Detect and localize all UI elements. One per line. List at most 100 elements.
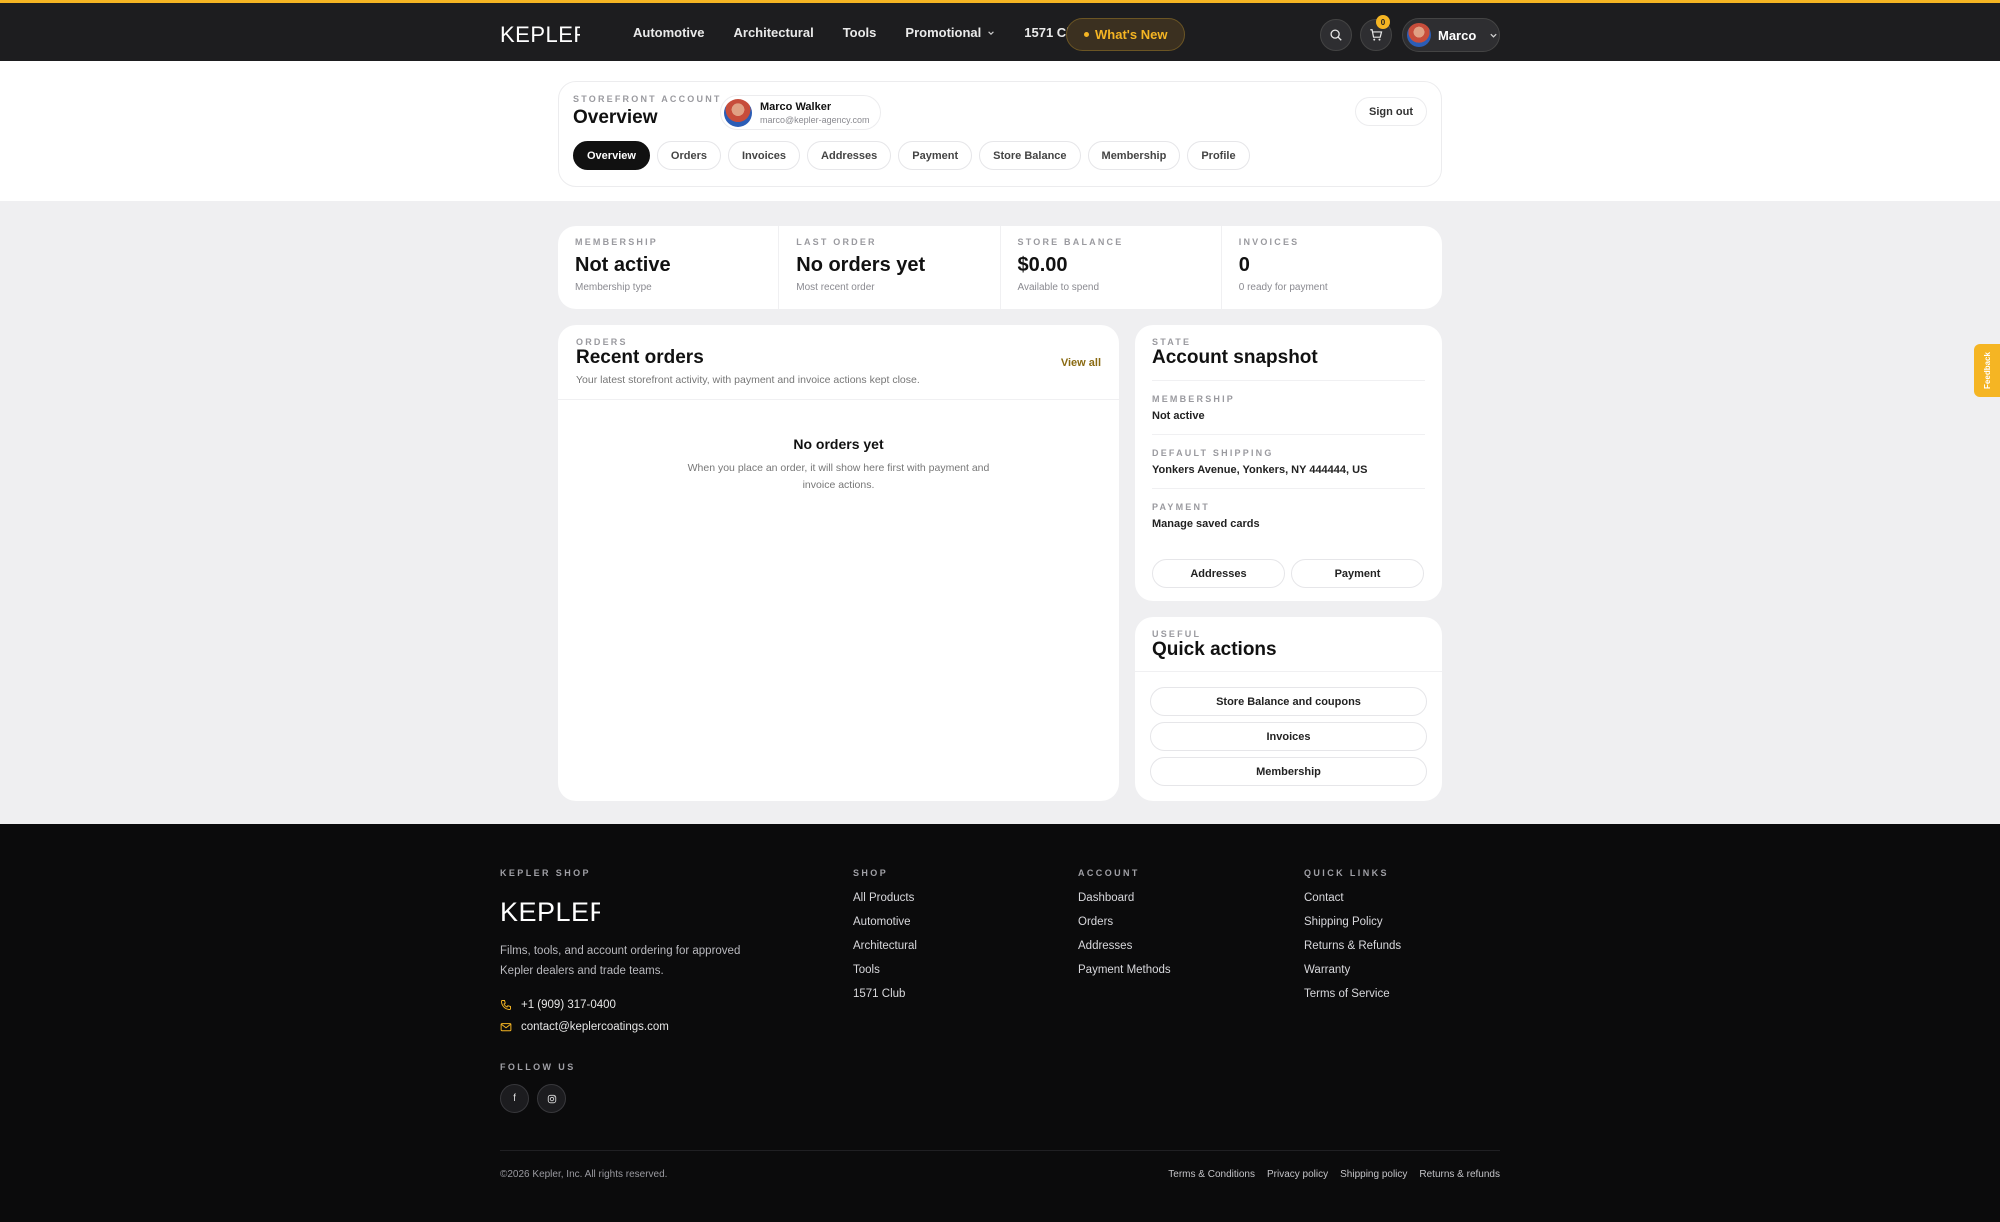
recent-orders-title: Recent orders	[576, 347, 704, 368]
nav-promotional[interactable]: Promotional	[905, 25, 995, 40]
search-button[interactable]	[1320, 19, 1352, 51]
footer: KEPLER SHOP KEPLER Films, tools, and acc…	[0, 824, 2000, 1222]
footer-phone[interactable]: +1 (909) 317-0400	[500, 999, 616, 1011]
payment-button[interactable]: Payment	[1291, 559, 1424, 588]
follow-us-label: FOLLOW US	[500, 1062, 576, 1072]
stat-value: $0.00	[1017, 254, 1068, 276]
quick-actions-panel: USEFUL Quick actions Store Balance and c…	[1135, 617, 1442, 801]
footer-brand-eyebrow: KEPLER SHOP	[500, 868, 591, 878]
user-name: Marco	[1438, 27, 1477, 43]
legal-link-shipping[interactable]: Shipping policy	[1340, 1169, 1407, 1180]
tab-overview[interactable]: Overview	[573, 141, 650, 170]
snapshot-row-value: Yonkers Avenue, Yonkers, NY 444444, US	[1152, 464, 1368, 476]
footer-link-tools[interactable]: Tools	[853, 964, 917, 978]
footer-link-warranty[interactable]: Warranty	[1304, 964, 1401, 978]
footer-link-architectural[interactable]: Architectural	[853, 940, 917, 954]
footer-link-payment-methods[interactable]: Payment Methods	[1078, 964, 1171, 978]
footer-quick-links-title: QUICK LINKS	[1304, 868, 1389, 878]
search-icon	[1330, 29, 1342, 41]
nav-architectural-label: Architectural	[733, 25, 814, 40]
page-title: Overview	[573, 107, 658, 128]
stat-store-balance: STORE BALANCE $0.00 Available to spend	[1001, 226, 1222, 309]
nav-architectural[interactable]: Architectural	[734, 25, 814, 40]
footer-link-all-products[interactable]: All Products	[853, 892, 917, 906]
tab-orders[interactable]: Orders	[656, 141, 721, 170]
nav-tools[interactable]: Tools	[843, 25, 877, 40]
stat-sub: 0 ready for payment	[1238, 282, 1328, 293]
svg-text:KEPLER: KEPLER	[500, 22, 580, 46]
legal-link-returns[interactable]: Returns & refunds	[1419, 1169, 1500, 1180]
snapshot-row-label: PAYMENT	[1152, 502, 1210, 512]
empty-state-title: No orders yet	[793, 436, 884, 452]
footer-link-returns-refunds[interactable]: Returns & Refunds	[1304, 940, 1401, 954]
avatar	[1407, 23, 1431, 47]
facebook-icon: f	[513, 1093, 516, 1104]
divider	[558, 399, 1119, 400]
stat-label: STORE BALANCE	[1017, 237, 1124, 247]
tab-invoices[interactable]: Invoices	[728, 141, 801, 170]
footer-link-addresses[interactable]: Addresses	[1078, 940, 1171, 954]
membership-button[interactable]: Membership	[1150, 757, 1427, 786]
footer-email[interactable]: contact@keplercoatings.com	[500, 1021, 669, 1033]
stat-sub: Most recent order	[796, 282, 875, 293]
snapshot-actions: Addresses Payment	[1152, 559, 1424, 588]
tab-membership[interactable]: Membership	[1087, 141, 1181, 170]
snapshot-row-value: Manage saved cards	[1152, 518, 1260, 530]
snapshot-row-default-shipping: DEFAULT SHIPPING Yonkers Avenue, Yonkers…	[1152, 434, 1425, 476]
svg-text:KEPLER: KEPLER	[500, 897, 600, 926]
footer-kepler-logo[interactable]: KEPLER	[500, 896, 609, 931]
footer-link-dashboard[interactable]: Dashboard	[1078, 892, 1171, 906]
legal-links: Terms & Conditions Privacy policy Shippi…	[1168, 1169, 1500, 1180]
footer-link-contact[interactable]: Contact	[1304, 892, 1401, 906]
invoices-button[interactable]: Invoices	[1150, 722, 1427, 751]
footer-link-shipping-policy[interactable]: Shipping Policy	[1304, 916, 1401, 930]
stat-value: Not active	[575, 254, 671, 276]
whats-new-button[interactable]: What's New	[1066, 18, 1186, 51]
stat-value: 0	[1238, 254, 1250, 276]
snapshot-row-value: Not active	[1152, 410, 1205, 422]
footer-link-automotive[interactable]: Automotive	[853, 916, 917, 930]
nav-automotive[interactable]: Automotive	[633, 25, 705, 40]
footer-description: Films, tools, and account ordering for a…	[500, 945, 741, 977]
tab-addresses[interactable]: Addresses	[807, 141, 892, 170]
footer-account-title: ACCOUNT	[1078, 868, 1140, 878]
tab-store-balance[interactable]: Store Balance	[979, 141, 1081, 170]
user-menu-button[interactable]: Marco	[1402, 18, 1500, 52]
mail-icon	[500, 1023, 512, 1032]
account-snapshot-panel: STATE Account snapshot MEMBERSHIP Not ac…	[1135, 325, 1442, 601]
facebook-button[interactable]: f	[500, 1084, 529, 1113]
top-navigation-bar: KEPLER Automotive Architectural Tools Pr…	[0, 0, 2000, 61]
footer-divider	[500, 1150, 1500, 1151]
addresses-button[interactable]: Addresses	[1152, 559, 1285, 588]
footer-email-text: contact@keplercoatings.com	[521, 1021, 669, 1033]
footer-quick-links: Contact Shipping Policy Returns & Refund…	[1304, 892, 1401, 1002]
footer-link-orders[interactable]: Orders	[1078, 916, 1171, 930]
nav-automotive-label: Automotive	[633, 25, 705, 40]
footer-link-1571-club[interactable]: 1571 Club	[853, 988, 917, 1002]
kepler-logo[interactable]: KEPLER	[500, 21, 580, 46]
legal-link-terms[interactable]: Terms & Conditions	[1168, 1169, 1255, 1180]
legal-link-privacy[interactable]: Privacy policy	[1267, 1169, 1328, 1180]
profile-chip[interactable]: Marco Walker marco@kepler-agency.com	[720, 95, 881, 130]
snapshot-row-membership: MEMBERSHIP Not active	[1152, 380, 1425, 422]
snapshot-row-payment: PAYMENT Manage saved cards	[1152, 488, 1425, 530]
divider	[1135, 671, 1442, 672]
empty-state-description: When you place an order, it will show he…	[687, 462, 990, 491]
stat-last-order: LAST ORDER No orders yet Most recent ord…	[779, 226, 1001, 309]
quick-actions-eyebrow: USEFUL	[1152, 629, 1202, 639]
stat-label: MEMBERSHIP	[575, 237, 659, 247]
quick-actions-title: Quick actions	[1152, 639, 1277, 660]
account-eyebrow: STOREFRONT ACCOUNT	[573, 94, 722, 104]
view-all-link[interactable]: View all	[1061, 357, 1101, 369]
copyright: ©2026 Kepler, Inc. All rights reserved.	[500, 1169, 668, 1180]
feedback-tab[interactable]: Feedback	[1974, 344, 2000, 397]
footer-link-terms-of-service[interactable]: Terms of Service	[1304, 988, 1401, 1002]
store-balance-coupons-button[interactable]: Store Balance and coupons	[1150, 687, 1427, 716]
nav-promotional-label: Promotional	[905, 25, 982, 40]
tab-payment[interactable]: Payment	[898, 141, 973, 170]
orders-eyebrow: ORDERS	[576, 337, 628, 347]
instagram-button[interactable]	[537, 1084, 566, 1113]
tab-profile[interactable]: Profile	[1187, 141, 1250, 170]
sign-out-button[interactable]: Sign out	[1355, 97, 1427, 126]
profile-email: marco@kepler-agency.com	[760, 114, 870, 125]
